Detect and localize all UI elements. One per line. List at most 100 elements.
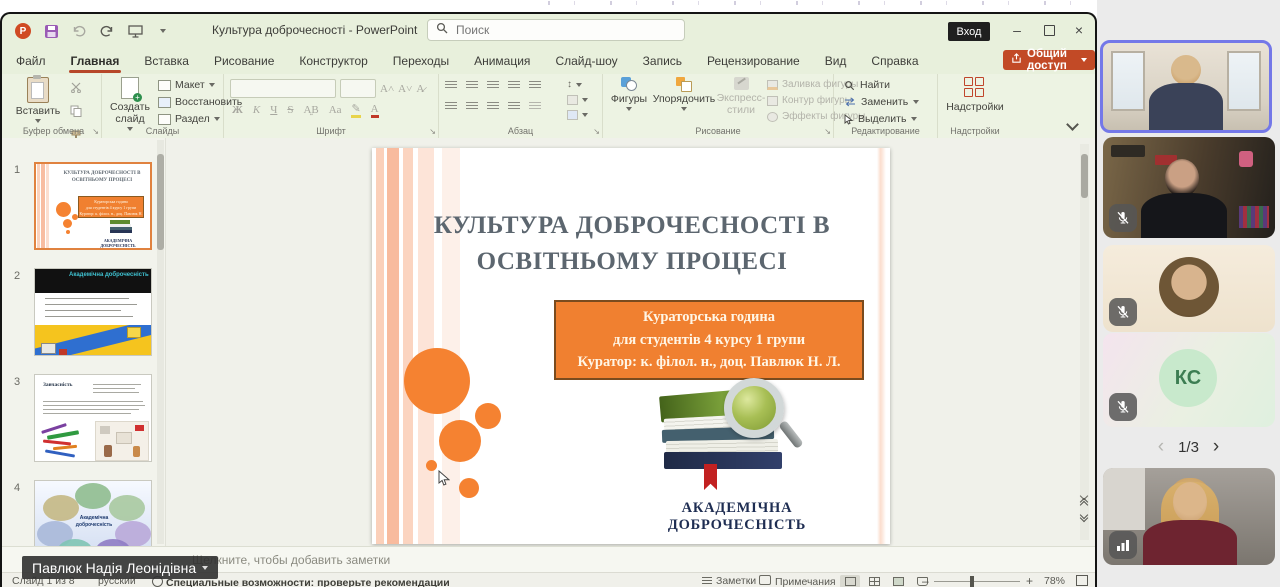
slide-thumbnail-panel: 1 Культура доброчесності в освітньому пр…	[2, 138, 166, 546]
thumbnail-scrollbar[interactable]	[157, 140, 164, 544]
tab-draw[interactable]: Рисование	[212, 50, 276, 72]
align-right-icon[interactable]	[487, 102, 499, 111]
font-dialog-launcher[interactable]: ↘	[429, 127, 436, 136]
participant3-avatar	[1159, 257, 1219, 317]
participant2-head	[1165, 159, 1199, 197]
collapse-ribbon-icon[interactable]	[1066, 118, 1079, 131]
reading-view-button[interactable]	[888, 575, 908, 587]
paragraph-dialog-launcher[interactable]: ↘	[593, 127, 600, 136]
normal-view-button[interactable]	[840, 575, 860, 587]
shape-outline-icon	[767, 96, 778, 106]
qat-customize-icon[interactable]	[154, 22, 172, 40]
find-button[interactable]: Найти	[844, 79, 919, 91]
bullets-icon[interactable]	[445, 81, 457, 90]
decrease-indent-icon[interactable]	[487, 81, 499, 90]
comments-toggle[interactable]: Примечания	[759, 575, 836, 587]
tab-file[interactable]: Файл	[14, 50, 48, 72]
align-left-icon[interactable]	[445, 102, 457, 111]
zoom-out-button[interactable]: –	[922, 574, 929, 587]
zoom-level[interactable]: 78%	[1044, 575, 1065, 587]
main-scrollbar[interactable]	[1080, 144, 1089, 540]
maximize-button[interactable]	[1036, 20, 1062, 40]
notes-toggle[interactable]: Заметки	[702, 575, 756, 587]
next-slide-button[interactable]	[1081, 515, 1087, 525]
sign-in-button[interactable]: Вход	[948, 22, 990, 41]
slide-thumbnail-3[interactable]: Завчасність	[34, 374, 152, 462]
tab-record[interactable]: Запись	[641, 50, 684, 72]
align-text-button[interactable]	[567, 95, 588, 105]
pagination-next-icon[interactable]: ›	[1213, 436, 1219, 458]
video-tile-4[interactable]: КС	[1103, 333, 1275, 427]
clear-formatting-icon: А̷	[416, 83, 424, 95]
redo-icon[interactable]	[98, 22, 116, 40]
participant2-body	[1141, 193, 1227, 238]
smartart-button[interactable]	[567, 110, 588, 120]
zoom-slider-thumb[interactable]	[970, 576, 974, 587]
participant4-initials-avatar: КС	[1159, 349, 1217, 407]
slideshow-icon[interactable]	[126, 22, 144, 40]
share-button[interactable]: Общий доступ	[1003, 50, 1095, 70]
arrange-button[interactable]: Упорядочить	[653, 77, 715, 111]
align-text-icon	[567, 95, 578, 105]
group-font: А˄ А˅ А̷ Ж К Ч S А͍В Аа ✎ А Шрифт ↘	[224, 74, 439, 138]
orange-circle-tiny	[426, 460, 437, 471]
line-spacing-icon[interactable]	[529, 81, 541, 90]
justify-icon[interactable]	[508, 102, 520, 111]
tab-insert[interactable]: Вставка	[142, 50, 191, 72]
group-slides: + Создать слайд Макет Восстановить Разде…	[102, 74, 224, 138]
slide-canvas[interactable]: Культура доброчесності в освітньому проц…	[372, 148, 890, 544]
slide-thumbnail-2[interactable]: Академічна доброчесність	[34, 268, 152, 356]
video-tile-2[interactable]	[1103, 137, 1275, 238]
tab-help[interactable]: Справка	[869, 50, 920, 72]
editing-group-label: Редактирование	[834, 126, 937, 136]
ribbon: Вставить Буфер обмена ↘ + Создать слайд …	[2, 74, 1095, 139]
addins-button[interactable]: Надстройки	[948, 77, 1002, 113]
video-tile-3[interactable]	[1103, 245, 1275, 332]
tab-review[interactable]: Рецензирование	[705, 50, 802, 72]
tab-animations[interactable]: Анимация	[472, 50, 532, 72]
close-button[interactable]: ×	[1066, 20, 1092, 40]
increase-indent-icon[interactable]	[508, 81, 520, 90]
participant5-body	[1143, 520, 1237, 565]
thumb1-caption: АКАДЕМІЧНА ДОБРОЧЕСНІСТЬ	[88, 238, 148, 248]
tab-transitions[interactable]: Переходы	[391, 50, 451, 72]
paste-button[interactable]: Вставить	[12, 77, 64, 123]
new-slide-button[interactable]: + Создать слайд	[106, 77, 154, 131]
select-button[interactable]: Выделить	[844, 113, 919, 125]
tab-home[interactable]: Главная	[69, 50, 122, 72]
text-direction-button[interactable]: ↕	[567, 79, 588, 90]
zoom-in-button[interactable]: +	[1026, 574, 1033, 587]
drawing-dialog-launcher[interactable]: ↘	[824, 127, 831, 136]
section-icon	[158, 114, 171, 125]
cut-icon	[70, 80, 82, 98]
main-scrollbar-thumb[interactable]	[1081, 154, 1088, 198]
slides-group-label: Слайды	[102, 126, 223, 136]
search-box[interactable]	[427, 19, 685, 41]
clipboard-dialog-launcher[interactable]: ↘	[92, 127, 99, 136]
tab-slideshow[interactable]: Слайд-шоу	[553, 50, 619, 72]
slide-info-box[interactable]: Кураторська година для студентів 4 курсу…	[554, 300, 864, 380]
shrink-font-icon: А˅	[398, 83, 412, 95]
thumbnail-scrollbar-thumb[interactable]	[157, 154, 164, 250]
search-input[interactable]	[454, 22, 658, 38]
video-tile-1-active-speaker[interactable]	[1100, 40, 1272, 133]
save-icon[interactable]	[42, 22, 60, 40]
slide-thumbnail-1[interactable]: Культура доброчесності в освітньому проц…	[34, 162, 152, 250]
slide-title[interactable]: Культура доброчесності в освітньому проц…	[422, 208, 842, 281]
maximize-icon	[1044, 25, 1055, 36]
shapes-button[interactable]: Фигуры	[609, 77, 649, 111]
numbering-icon[interactable]	[466, 81, 478, 90]
window-title: Культура доброчесності - PowerPoint	[212, 23, 417, 37]
replace-button[interactable]: Заменить	[844, 96, 919, 108]
fit-to-window-icon[interactable]	[1076, 575, 1088, 587]
zoom-slider-track[interactable]	[934, 581, 1020, 582]
tab-design[interactable]: Конструктор	[297, 50, 369, 72]
tab-view[interactable]: Вид	[823, 50, 849, 72]
align-center-icon[interactable]	[466, 102, 478, 111]
info-line-1: Кураторська година	[556, 306, 862, 328]
video-tile-5[interactable]	[1103, 468, 1275, 565]
slide-caption[interactable]: АКАДЕМІЧНА ДОБРОЧЕСНІСТЬ	[612, 500, 862, 534]
slide-sorter-view-button[interactable]	[864, 575, 884, 587]
notes-placeholder[interactable]: Щелкните, чтобы добавить заметки	[192, 553, 390, 567]
minimize-button[interactable]: –	[1004, 20, 1030, 40]
